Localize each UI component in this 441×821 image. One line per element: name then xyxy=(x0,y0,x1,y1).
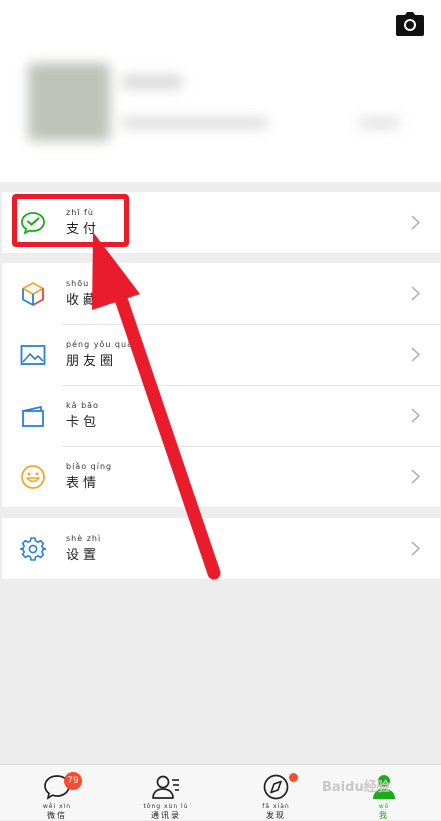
chevron-right-icon xyxy=(411,286,420,301)
wallet-icon xyxy=(22,406,44,427)
profile-id-redacted xyxy=(122,117,267,129)
tab-pinyin: tōng xùn lù xyxy=(143,803,189,810)
picture-icon xyxy=(20,345,46,365)
camera-icon[interactable] xyxy=(396,12,424,36)
gear-icon xyxy=(20,537,46,561)
tab-label: 通讯录 xyxy=(151,811,181,820)
watermark: Baidu经验 xyxy=(322,780,390,795)
profile-card[interactable] xyxy=(14,55,428,150)
menu-item-label: 收藏 xyxy=(66,293,101,308)
menu-item-label: 朋友圈 xyxy=(66,354,118,369)
tab-chats[interactable]: 79 wēi xìn 微信 xyxy=(22,765,92,820)
menu-item-stickers[interactable]: biǎo qíng 表情 xyxy=(2,446,440,507)
chevron-right-icon xyxy=(411,347,420,362)
menu-item-favorites[interactable]: shōu cáng 收藏 xyxy=(2,263,440,324)
tab-pinyin: wēi xìn xyxy=(42,803,72,810)
menu-item-pinyin: biǎo qíng xyxy=(66,462,113,471)
menu-item-pinyin: shōu cáng xyxy=(66,279,117,288)
chevron-right-icon xyxy=(411,541,420,556)
menu-item-moments[interactable]: péng yǒu quān 朋友圈 xyxy=(2,324,440,385)
tab-label: 微信 xyxy=(47,811,67,820)
notification-dot xyxy=(289,773,298,782)
tab-label: 发现 xyxy=(266,811,286,820)
contacts-icon xyxy=(152,775,179,799)
menu-item-cards[interactable]: kǎ bāo 卡包 xyxy=(2,385,440,446)
smiley-icon xyxy=(21,465,45,489)
settings-group: shè zhì 设置 xyxy=(2,518,440,579)
tab-pinyin: fā xiàn xyxy=(262,803,290,810)
highlight-box xyxy=(12,194,129,247)
menu-item-label: 设置 xyxy=(66,548,101,563)
chevron-right-icon xyxy=(411,469,420,484)
menu-item-label: 卡包 xyxy=(66,415,101,430)
unread-badge: 79 xyxy=(64,772,82,790)
cube-icon xyxy=(22,282,44,306)
menu-item-label: 表情 xyxy=(66,476,101,491)
menu-item-pinyin: shè zhì xyxy=(66,534,102,543)
tab-discover[interactable]: fā xiàn 发现 xyxy=(241,765,311,820)
profile-header xyxy=(0,0,441,182)
main-group: shōu cáng 收藏 péng yǒu quān 朋友圈 kǎ bāo 卡包… xyxy=(2,263,440,507)
menu-item-settings[interactable]: shè zhì 设置 xyxy=(2,518,440,579)
menu-item-pinyin: kǎ bāo xyxy=(66,401,99,410)
qr-code-redacted xyxy=(359,117,399,129)
chevron-right-icon xyxy=(411,215,420,230)
compass-icon xyxy=(263,774,289,800)
avatar xyxy=(28,63,110,141)
chevron-right-icon xyxy=(411,408,420,423)
tab-contacts[interactable]: tōng xùn lù 通讯录 xyxy=(131,765,201,820)
menu-item-pinyin: péng yǒu quān xyxy=(66,340,140,349)
tab-label: 我 xyxy=(379,811,389,820)
profile-name-redacted xyxy=(122,75,182,89)
tab-pinyin: wǒ xyxy=(378,803,390,810)
